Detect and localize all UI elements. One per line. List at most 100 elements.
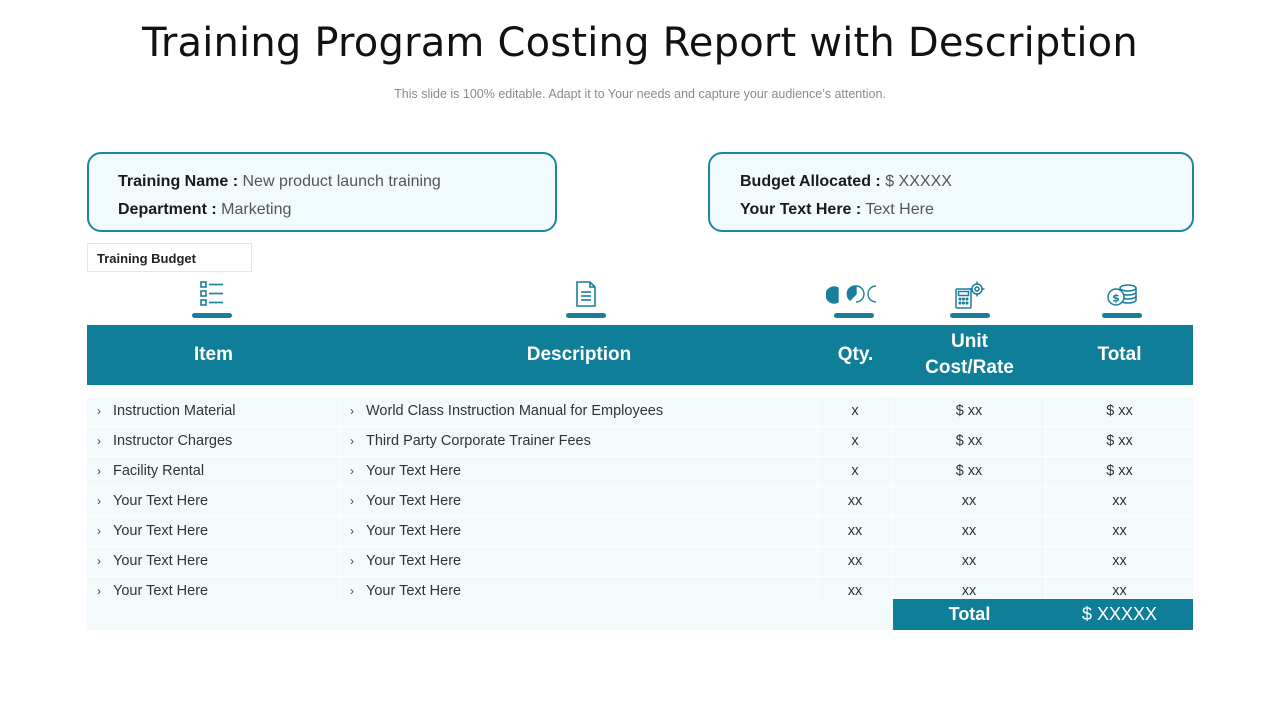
unit-cost-cell: xx bbox=[893, 517, 1046, 546]
description-text: Your Text Here bbox=[366, 493, 462, 509]
coins-icon-underline bbox=[1102, 313, 1142, 318]
chevron-right-icon: › bbox=[97, 404, 101, 418]
calculator-icon-underline bbox=[950, 313, 990, 318]
list-icon-underline bbox=[192, 313, 232, 318]
department-line: Department : Marketing bbox=[118, 200, 555, 228]
chevron-right-icon: › bbox=[97, 494, 101, 508]
grand-total-box: Total $ XXXXX bbox=[893, 599, 1193, 630]
item-cell: › Your Text Here bbox=[87, 487, 340, 516]
unit-cost-line-1: Unit bbox=[951, 331, 988, 352]
budget-info-box: Budget Allocated : $ XXXXX Your Text Her… bbox=[708, 152, 1194, 232]
item-cell: › Your Text Here bbox=[87, 517, 340, 546]
unit-cost-cell: $ xx bbox=[893, 427, 1046, 456]
table-row: › Instructor Charges › Third Party Corpora… bbox=[87, 427, 1193, 457]
description-cell: › World Class Instruction Manual for Empl… bbox=[340, 397, 818, 426]
chevron-right-icon: › bbox=[350, 524, 354, 538]
item-text: Your Text Here bbox=[113, 523, 209, 539]
coins-icon: $ bbox=[1097, 280, 1147, 320]
qty-cell: x bbox=[818, 457, 893, 486]
chevron-right-icon: › bbox=[350, 554, 354, 568]
item-text: Your Text Here bbox=[113, 553, 209, 569]
table-row: › Your Text Here › Your Text Here xx xx xx bbox=[87, 487, 1193, 517]
training-name-line: Training Name : New product launch train… bbox=[118, 172, 555, 200]
chevron-right-icon: › bbox=[350, 584, 354, 598]
document-icon-underline bbox=[566, 313, 606, 318]
description-cell: › Your Text Here bbox=[340, 517, 818, 546]
total-cell: $ xx bbox=[1106, 403, 1133, 419]
custom-text-label: Your Text Here : bbox=[740, 201, 862, 218]
chevron-right-icon: › bbox=[97, 464, 101, 478]
chevron-right-icon: › bbox=[350, 434, 354, 448]
total-cell: xx bbox=[1112, 553, 1127, 569]
budget-allocated-label: Budget Allocated : bbox=[740, 173, 881, 190]
chevron-right-icon: › bbox=[350, 464, 354, 478]
pie-icon-underline bbox=[834, 313, 874, 318]
item-cell: › Instruction Material bbox=[87, 397, 340, 426]
table-row: › Your Text Here › Your Text Here xx xx xx bbox=[87, 517, 1193, 547]
custom-text-value: Text Here bbox=[865, 201, 934, 218]
grand-total-value: $ XXXXX bbox=[1081, 604, 1158, 624]
qty-cell: x bbox=[818, 397, 893, 426]
table-header: Item Description Qty. Unit Cost/Rate Tot… bbox=[87, 325, 1193, 385]
qty-cell: xx bbox=[818, 517, 893, 546]
description-cell: › Your Text Here bbox=[340, 487, 818, 516]
budget-allocated-value: $ XXXXX bbox=[885, 173, 952, 190]
item-text: Facility Rental bbox=[113, 463, 205, 479]
description-cell: › Your Text Here bbox=[340, 457, 818, 486]
page-title: Training Program Costing Report with Des… bbox=[142, 20, 1138, 66]
chevron-right-icon: › bbox=[97, 554, 101, 568]
unit-cost-cell: xx bbox=[893, 487, 1046, 516]
document-icon bbox=[561, 280, 611, 320]
table-body: › Instruction Material › World Class Instr… bbox=[87, 397, 1193, 607]
chevron-right-icon: › bbox=[350, 494, 354, 508]
description-text: Your Text Here bbox=[366, 583, 462, 599]
total-cell: xx bbox=[1112, 523, 1127, 539]
column-header-description: Description bbox=[526, 344, 632, 365]
column-header-qty: Qty. bbox=[837, 344, 874, 365]
training-info-box: Training Name : New product launch train… bbox=[87, 152, 557, 232]
qty-cell: xx bbox=[818, 487, 893, 516]
description-cell: › Third Party Corporate Trainer Fees bbox=[340, 427, 818, 456]
item-text: Your Text Here bbox=[113, 493, 209, 509]
item-cell: › Your Text Here bbox=[87, 547, 340, 576]
custom-text-line: Your Text Here : Text Here bbox=[740, 200, 1192, 228]
description-text: Third Party Corporate Trainer Fees bbox=[366, 433, 591, 449]
training-budget-tag: Training Budget bbox=[87, 243, 252, 272]
training-name-value: New product launch training bbox=[242, 173, 441, 190]
training-name-label: Training Name : bbox=[118, 173, 239, 190]
chevron-right-icon: › bbox=[97, 434, 101, 448]
unit-cost-cell: $ xx bbox=[893, 457, 1046, 486]
department-label: Department : bbox=[118, 201, 217, 218]
list-icon bbox=[187, 280, 237, 320]
table-footer: Total $ XXXXX bbox=[87, 599, 1193, 630]
description-text: World Class Instruction Manual for Emplo… bbox=[366, 403, 664, 419]
department-value: Marketing bbox=[221, 201, 292, 218]
unit-cost-cell: xx bbox=[893, 547, 1046, 576]
calculator-gear-icon bbox=[945, 280, 995, 320]
svg-text:$: $ bbox=[1112, 292, 1120, 305]
chevron-right-icon: › bbox=[350, 404, 354, 418]
pie-segments-icon bbox=[824, 280, 884, 320]
page-subtitle: This slide is 100% editable. Adapt it to… bbox=[394, 87, 886, 101]
description-cell: › Your Text Here bbox=[340, 547, 818, 576]
description-text: Your Text Here bbox=[366, 463, 462, 479]
item-cell: › Instructor Charges bbox=[87, 427, 340, 456]
table-row: › Facility Rental › Your Text Here x $ xx … bbox=[87, 457, 1193, 487]
column-header-item: Item bbox=[193, 344, 234, 365]
table-row: › Instruction Material › World Class Instr… bbox=[87, 397, 1193, 427]
unit-cost-line-2: Cost/Rate bbox=[925, 357, 1014, 378]
table-row: › Your Text Here › Your Text Here xx xx xx bbox=[87, 547, 1193, 577]
unit-cost-cell: $ xx bbox=[893, 397, 1046, 426]
total-cell: $ xx bbox=[1106, 433, 1133, 449]
budget-allocated-line: Budget Allocated : $ XXXXX bbox=[740, 172, 1192, 200]
description-text: Your Text Here bbox=[366, 553, 462, 569]
column-header-unit-cost: Unit Cost/Rate bbox=[893, 325, 1046, 385]
item-text: Your Text Here bbox=[113, 583, 209, 599]
grand-total-label: Total bbox=[948, 604, 991, 624]
column-header-total: Total bbox=[1097, 344, 1142, 365]
chevron-right-icon: › bbox=[97, 584, 101, 598]
chevron-right-icon: › bbox=[97, 524, 101, 538]
qty-cell: xx bbox=[818, 547, 893, 576]
item-text: Instructor Charges bbox=[113, 433, 233, 449]
total-cell: xx bbox=[1112, 493, 1127, 509]
